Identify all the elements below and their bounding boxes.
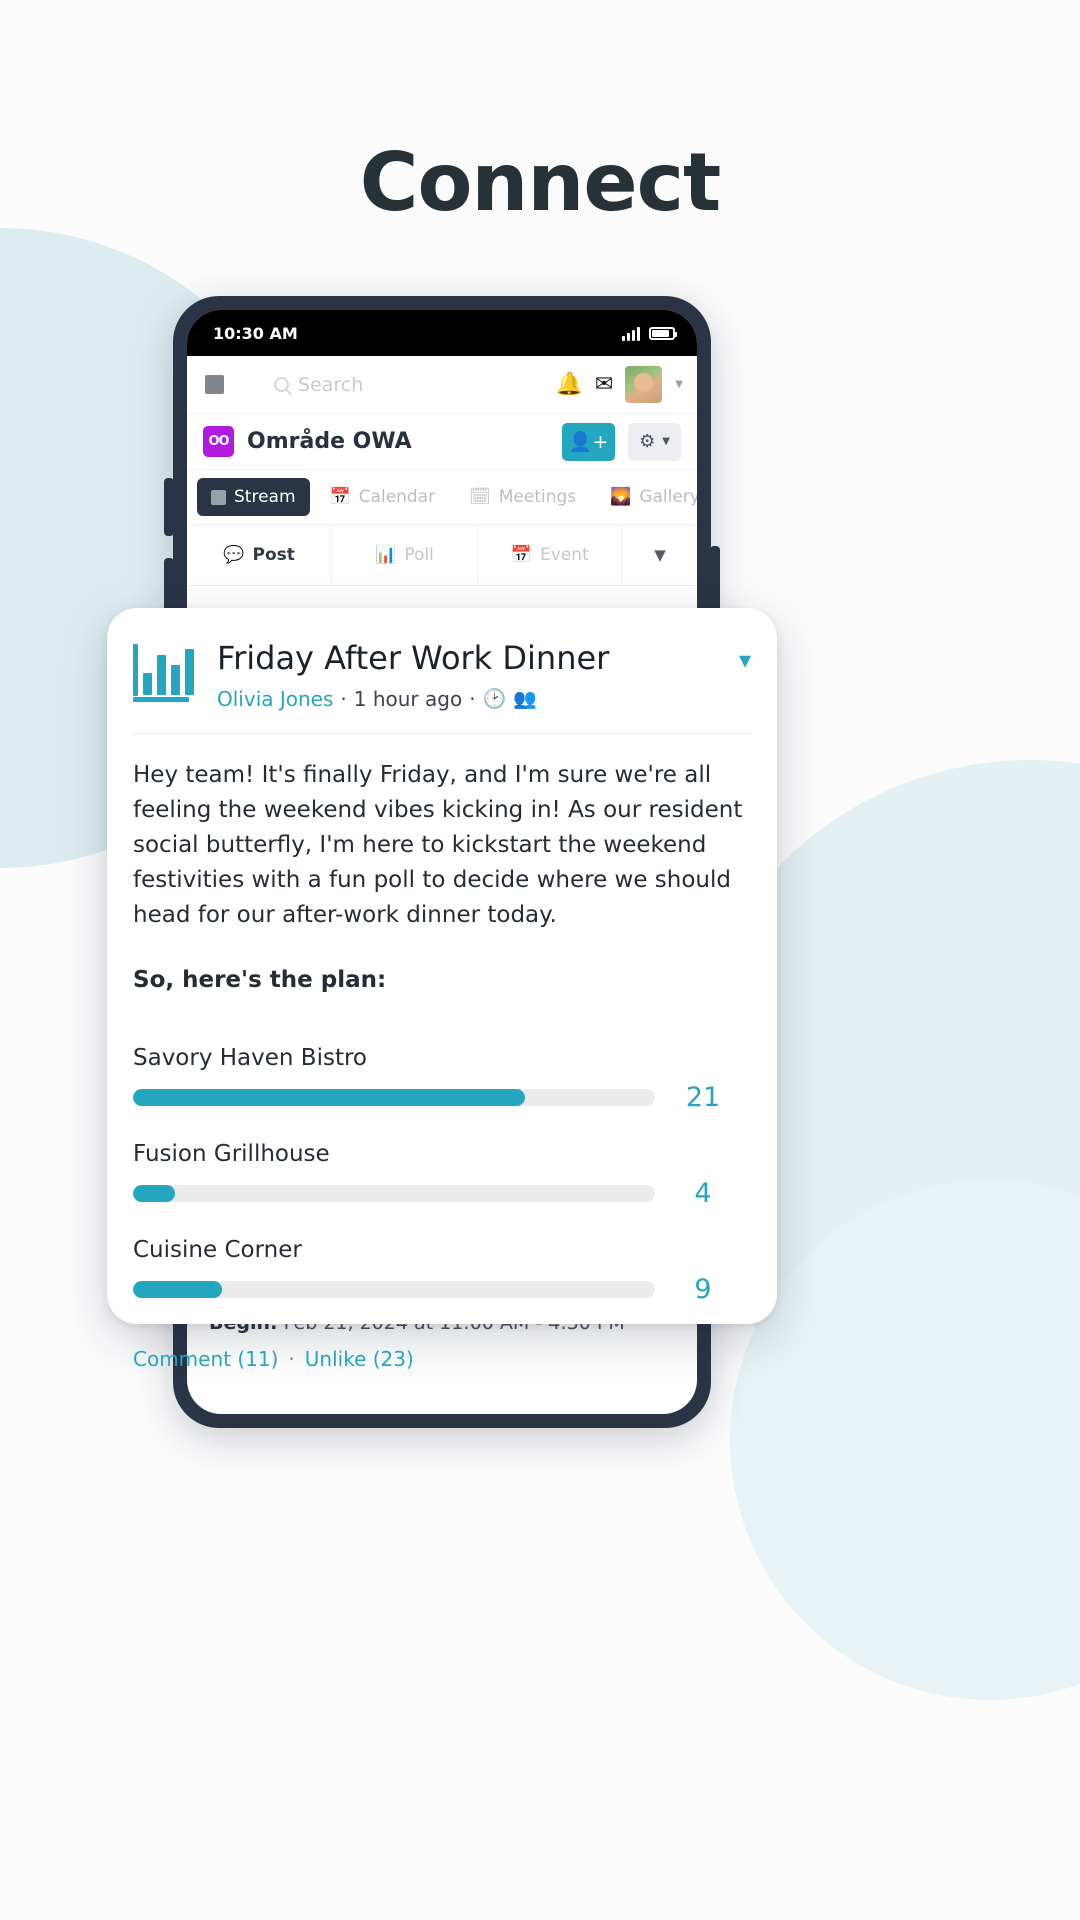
settings-button[interactable]: ⚙ ▼ bbox=[628, 422, 681, 461]
post-footer: Comment (11) · Unlike (23) bbox=[133, 1347, 751, 1371]
composer-poll-label: Poll bbox=[404, 545, 434, 565]
chevron-down-icon: ▼ bbox=[662, 436, 670, 447]
tab-gallery-label: Gallery bbox=[639, 487, 697, 507]
status-time: 10:30 AM bbox=[213, 323, 298, 343]
poll-options-list: Savory Haven Bistro 21 Fusion Grillhouse… bbox=[133, 1045, 751, 1305]
composer-post-button[interactable]: 💬 Post bbox=[187, 525, 333, 585]
tab-stream[interactable]: Stream bbox=[197, 478, 310, 516]
tab-stream-label: Stream bbox=[234, 487, 296, 507]
post-timestamp: 1 hour ago bbox=[353, 686, 463, 711]
battery-icon bbox=[649, 326, 677, 340]
search-icon bbox=[274, 377, 289, 392]
signal-bars-icon bbox=[622, 326, 640, 341]
poll-option-track bbox=[133, 1184, 655, 1202]
footer-separator: · bbox=[288, 1346, 295, 1371]
poll-option-fill bbox=[133, 1088, 525, 1106]
phone-volume-up-button bbox=[164, 478, 174, 536]
space-name: Område OWA bbox=[247, 429, 412, 454]
composer-bar: 💬 Post 📊 Poll 📅 Event ▼ bbox=[187, 524, 697, 586]
bar-chart-icon bbox=[133, 644, 197, 702]
comment-link[interactable]: Comment (11) bbox=[133, 1347, 278, 1371]
page-title: Connect bbox=[359, 136, 722, 229]
poll-option-votes: 21 bbox=[685, 1081, 721, 1113]
envelope-icon[interactable]: ✉ bbox=[595, 372, 613, 397]
meeting-icon: 🗓 bbox=[469, 487, 491, 507]
post-title: Friday After Work Dinner bbox=[217, 639, 610, 677]
tab-gallery[interactable]: 🌄 Gallery bbox=[596, 478, 697, 516]
poll-option-label: Savory Haven Bistro bbox=[133, 1044, 367, 1071]
app-top-bar: Search 🔔 ✉ ▼ bbox=[187, 356, 697, 414]
clock-icon: 🕑 bbox=[482, 688, 507, 711]
poll-option-label: Fusion Grillhouse bbox=[133, 1140, 330, 1167]
status-bar: 10:30 AM bbox=[187, 310, 697, 356]
composer-poll-button[interactable]: 📊 Poll bbox=[332, 525, 478, 585]
chevron-down-icon[interactable]: ▼ bbox=[675, 379, 683, 390]
tab-meetings-label: Meetings bbox=[498, 487, 577, 507]
poll-option-fill bbox=[133, 1280, 222, 1298]
poll-option-track bbox=[133, 1088, 655, 1106]
meta-separator-1: · bbox=[340, 686, 347, 711]
bell-icon[interactable]: 🔔 bbox=[555, 372, 582, 397]
poll-option-votes: 9 bbox=[694, 1273, 712, 1305]
tab-calendar-label: Calendar bbox=[358, 487, 436, 507]
post-author-link[interactable]: Olivia Jones bbox=[217, 687, 333, 711]
hamburger-icon[interactable] bbox=[205, 375, 224, 394]
search-placeholder: Search bbox=[298, 373, 364, 396]
gallery-icon: 🌄 bbox=[610, 487, 632, 507]
stream-icon bbox=[211, 489, 226, 505]
tab-calendar[interactable]: 📅 Calendar bbox=[316, 478, 450, 516]
poll-option-row[interactable]: Fusion Grillhouse 4 bbox=[133, 1141, 751, 1209]
post-card: Friday After Work Dinner Olivia Jones · … bbox=[107, 608, 777, 1371]
post-meta: Olivia Jones · 1 hour ago · 🕑 👥 bbox=[217, 687, 719, 711]
post-plan-heading: So, here's the plan: bbox=[133, 966, 387, 993]
calendar-icon: 📅 bbox=[510, 545, 533, 565]
post-card-header: Friday After Work Dinner Olivia Jones · … bbox=[133, 640, 751, 711]
poll-option-row[interactable]: Cuisine Corner 9 bbox=[133, 1237, 751, 1305]
space-header: OO Område OWA 👤+ ⚙ ▼ bbox=[187, 414, 697, 470]
group-icon: 👥 bbox=[513, 688, 537, 711]
calendar-icon: 📅 bbox=[329, 487, 351, 507]
poll-option-fill bbox=[133, 1184, 175, 1202]
poll-option-track bbox=[133, 1280, 655, 1298]
poll-option-votes: 4 bbox=[694, 1177, 712, 1209]
tab-meetings[interactable]: 🗓 Meetings bbox=[455, 478, 590, 516]
poll-option-row[interactable]: Savory Haven Bistro 21 bbox=[133, 1045, 751, 1113]
search-input[interactable]: Search bbox=[236, 374, 543, 396]
unlike-link[interactable]: Unlike (23) bbox=[305, 1347, 414, 1371]
space-tabs: Stream 📅 Calendar 🗓 Meetings 🌄 Gallery bbox=[187, 470, 697, 524]
post-body: Hey team! It's finally Friday, and I'm s… bbox=[133, 761, 743, 928]
add-user-icon[interactable]: 👤+ bbox=[562, 422, 616, 461]
composer-event-button[interactable]: 📅 Event bbox=[478, 525, 623, 585]
comment-icon: 💬 bbox=[223, 545, 245, 565]
chevron-down-icon[interactable]: ▾ bbox=[739, 648, 751, 672]
composer-post-label: Post bbox=[252, 545, 295, 565]
composer-event-label: Event bbox=[540, 545, 589, 565]
space-avatar-icon: OO bbox=[203, 426, 234, 457]
meta-separator-2: · bbox=[469, 686, 476, 711]
composer-more-icon[interactable]: ▼ bbox=[623, 525, 697, 585]
avatar[interactable] bbox=[625, 366, 663, 403]
poll-option-label: Cuisine Corner bbox=[133, 1236, 302, 1263]
bar-chart-icon: 📊 bbox=[375, 545, 397, 565]
gear-icon: ⚙ bbox=[639, 431, 656, 452]
